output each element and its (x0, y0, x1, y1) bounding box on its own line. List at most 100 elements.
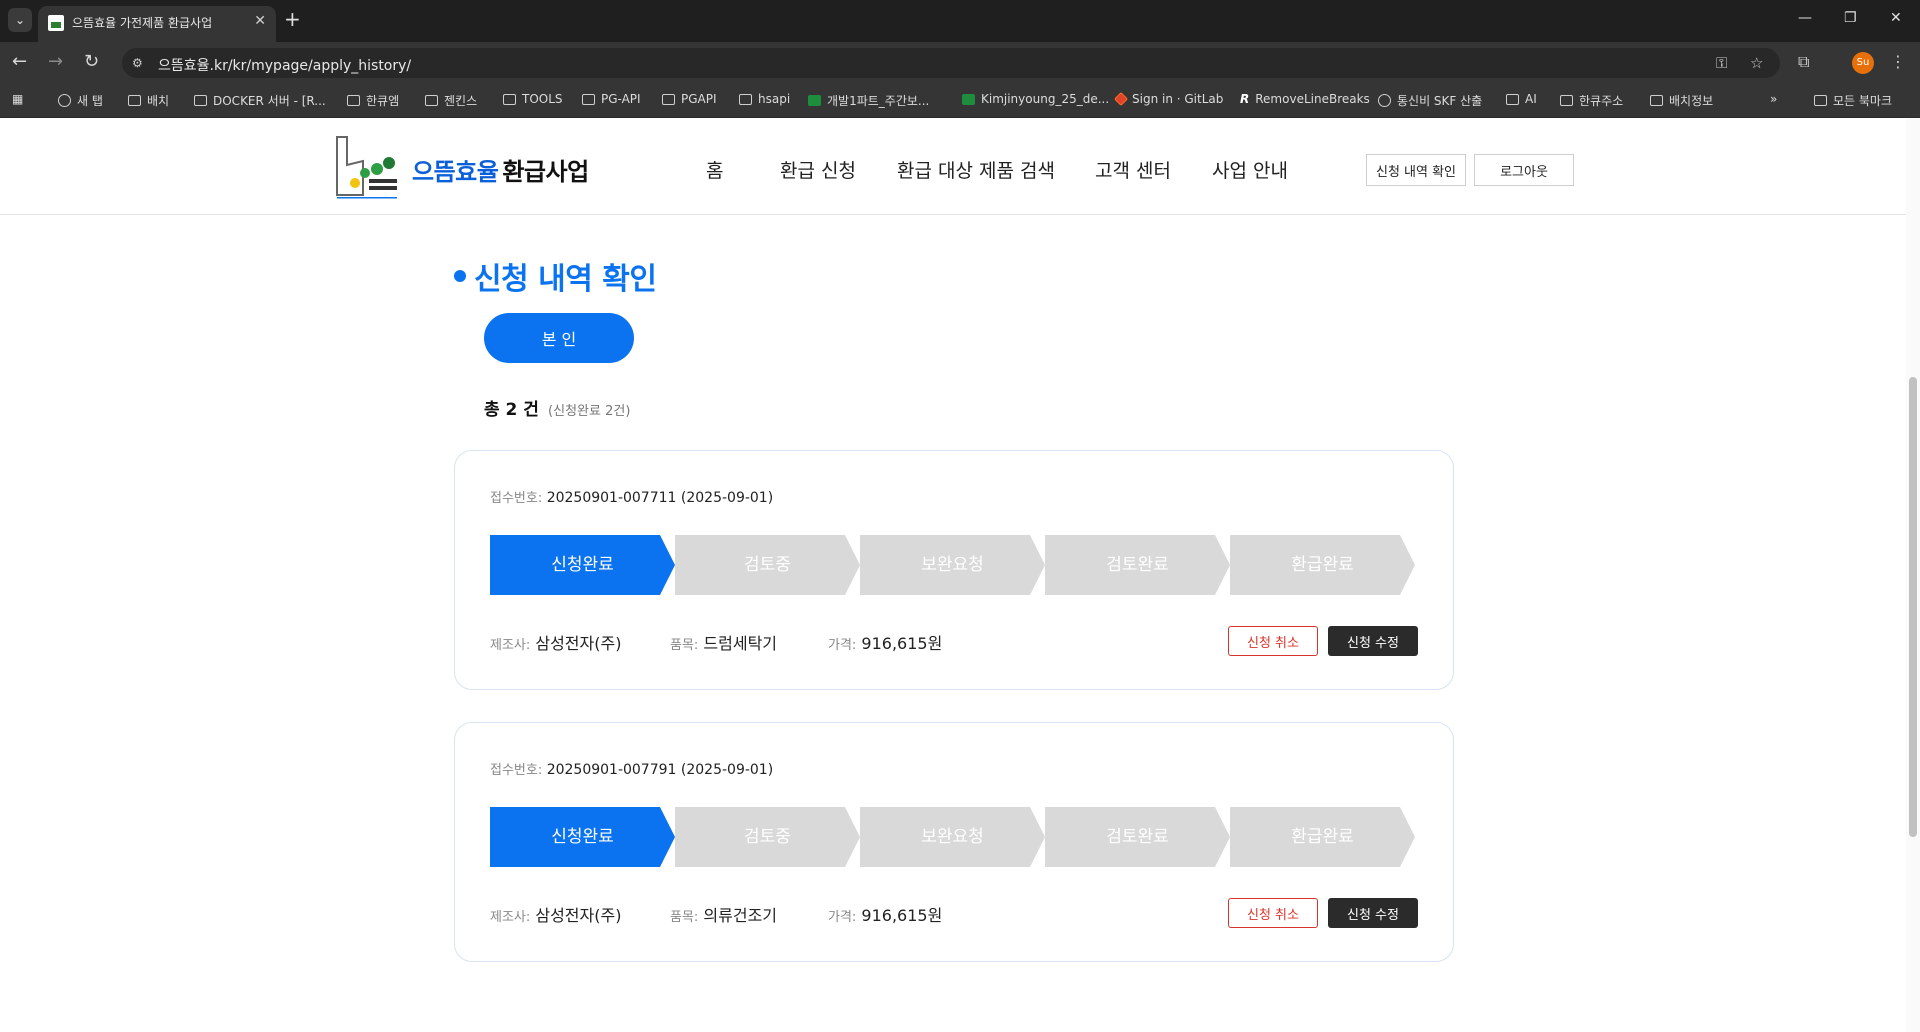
tab-search-icon[interactable]: ⌄ (8, 8, 32, 32)
r-icon: R (1240, 92, 1250, 106)
sheets-icon (962, 93, 975, 105)
restore-icon[interactable]: ❐ (1844, 10, 1857, 26)
bookmark-item[interactable]: PG-API (582, 92, 641, 106)
extensions-icon[interactable]: ⧉ (1798, 52, 1809, 72)
bookmark-item[interactable]: 젠킨스 (425, 92, 477, 109)
page-scrollbar[interactable] (1906, 119, 1920, 1032)
folder-icon (194, 95, 207, 106)
bookmark-item[interactable]: hsapi (739, 92, 790, 106)
self-filter-button[interactable]: 본 인 (484, 313, 634, 363)
cancel-application-button[interactable]: 신청 취소 (1228, 898, 1318, 928)
site-brand[interactable]: 으뜸효율 환급사업 (412, 152, 589, 187)
item-info: 품목: 의류건조기 (670, 906, 778, 925)
apply-history-button[interactable]: 신청 내역 확인 (1366, 154, 1466, 186)
edit-application-button[interactable]: 신청 수정 (1328, 626, 1418, 656)
bookmark-item[interactable]: 배치정보 (1650, 92, 1713, 109)
all-bookmarks[interactable]: 모든 북마크 (1814, 92, 1892, 109)
address-bar: ← → ↻ ⚙ 으뜸효율.kr/kr/mypage/apply_history/… (0, 42, 1920, 84)
cancel-application-button[interactable]: 신청 취소 (1228, 626, 1318, 656)
profile-avatar[interactable]: Su (1852, 52, 1874, 74)
step-refund-complete: 환급완료 (1230, 807, 1415, 867)
globe-icon (1378, 94, 1391, 107)
total-sub: (신청완료 2건) (548, 404, 631, 419)
password-key-icon[interactable]: ⚿ (1716, 54, 1727, 72)
scrollbar-thumb[interactable] (1909, 377, 1917, 837)
new-tab-icon[interactable]: + (284, 8, 301, 30)
folder-icon (1506, 93, 1519, 105)
globe-icon (58, 94, 71, 107)
step-supplement-request: 보완요청 (860, 535, 1045, 595)
bookmark-item[interactable]: Kimjinyoung_25_de... (962, 92, 1109, 106)
favicon-icon (48, 15, 64, 31)
bookmark-item[interactable]: 한큐주소 (1560, 92, 1623, 109)
bookmark-item[interactable]: DOCKER 서버 - [R... (194, 92, 326, 109)
step-supplement-request: 보완요청 (860, 807, 1045, 867)
application-card: 접수번호: 20250901-007711 (2025-09-01) 신청완료 … (454, 450, 1454, 690)
folder-icon (128, 95, 141, 106)
logout-button[interactable]: 로그아웃 (1474, 154, 1574, 186)
browser-tab[interactable]: 으뜸효율 가전제품 환급사업 ✕ (38, 6, 276, 42)
bookmark-item[interactable]: 통신비 SKF 산출 (1378, 92, 1482, 109)
nav-refund-apply[interactable]: 환급 신청 (780, 156, 856, 183)
page-content: 으뜸효율 환급사업 홈 환급 신청 환급 대상 제품 검색 고객 센터 사업 안내… (0, 119, 1906, 1032)
more-bookmarks-icon[interactable]: » (1770, 92, 1777, 106)
menu-icon[interactable]: ⋮ (1890, 52, 1906, 71)
folder-icon (347, 95, 360, 106)
folder-icon (1650, 95, 1663, 106)
site-logo-icon[interactable] (333, 135, 403, 199)
forward-icon[interactable]: → (48, 52, 63, 72)
item-info: 품목: 드럼세탁기 (670, 634, 778, 653)
bookmark-item[interactable]: 새 탭 (58, 92, 103, 109)
price-info: 가격: 916,615원 (828, 634, 943, 653)
folder-icon (662, 93, 675, 105)
step-reviewing: 검토중 (675, 535, 860, 595)
folder-icon (425, 95, 438, 106)
back-icon[interactable]: ← (12, 52, 27, 72)
receipt-number: 접수번호: 20250901-007711 (2025-09-01) (490, 490, 774, 506)
bookmark-item[interactable]: 개발1파트_주간보... (808, 92, 929, 109)
bookmark-star-icon[interactable]: ☆ (1750, 54, 1763, 72)
page-title: 신청 내역 확인 (454, 254, 657, 298)
omnibox[interactable]: ⚙ 으뜸효율.kr/kr/mypage/apply_history/ ⚿ ☆ (122, 48, 1780, 78)
site-info-icon[interactable]: ⚙ (132, 55, 148, 71)
nav-product-search[interactable]: 환급 대상 제품 검색 (897, 156, 1055, 183)
minimize-icon[interactable]: — (1798, 10, 1812, 26)
step-applied: 신청완료 (490, 535, 675, 595)
nav-business-info[interactable]: 사업 안내 (1212, 156, 1288, 183)
bookmarks-bar: ▦ 새 탭 배치 DOCKER 서버 - [R... 한큐엠 젠킨스 TOOLS… (0, 84, 1920, 118)
tab-title: 으뜸효율 가전제품 환급사업 (72, 16, 213, 30)
edit-application-button[interactable]: 신청 수정 (1328, 898, 1418, 928)
bookmark-item[interactable]: Sign in · GitLab (1113, 91, 1223, 107)
sheets-icon (808, 95, 821, 106)
folder-icon (739, 93, 752, 105)
close-tab-icon[interactable]: ✕ (254, 13, 266, 29)
apps-grid-icon[interactable]: ▦ (12, 92, 23, 106)
bookmark-item[interactable]: 배치 (128, 92, 169, 109)
url-text[interactable]: 으뜸효율.kr/kr/mypage/apply_history/ (158, 55, 411, 75)
progress-steps: 신청완료 검토중 보완요청 검토완료 환급완료 (490, 535, 1420, 595)
folder-icon (1814, 95, 1827, 106)
browser-tab-bar: ⌄ 으뜸효율 가전제품 환급사업 ✕ + — ❐ ✕ (0, 0, 1920, 42)
reload-icon[interactable]: ↻ (84, 52, 99, 72)
bookmark-item[interactable]: PGAPI (662, 92, 717, 106)
step-refund-complete: 환급완료 (1230, 535, 1415, 595)
total-count: 총 2 건 (484, 400, 539, 420)
step-applied: 신청완료 (490, 807, 675, 867)
folder-icon (1560, 95, 1573, 106)
title-bullet-icon (454, 270, 466, 282)
folder-icon (582, 93, 595, 105)
step-reviewing: 검토중 (675, 807, 860, 867)
application-summary: 총 2 건 (신청완료 2건) (484, 395, 630, 420)
bookmark-item[interactable]: R RemoveLineBreaks (1240, 92, 1370, 106)
gitlab-icon (1113, 91, 1129, 107)
progress-steps: 신청완료 검토중 보완요청 검토완료 환급완료 (490, 807, 1420, 867)
folder-icon (503, 93, 516, 105)
window-close-icon[interactable]: ✕ (1890, 10, 1902, 26)
step-review-complete: 검토완료 (1045, 535, 1230, 595)
maker-info: 제조사: 삼성전자(주) (490, 906, 622, 925)
bookmark-item[interactable]: AI (1506, 92, 1537, 106)
nav-customer-center[interactable]: 고객 센터 (1095, 156, 1171, 183)
nav-home[interactable]: 홈 (706, 156, 723, 183)
bookmark-item[interactable]: TOOLS (503, 92, 563, 106)
bookmark-item[interactable]: 한큐엠 (347, 92, 399, 109)
